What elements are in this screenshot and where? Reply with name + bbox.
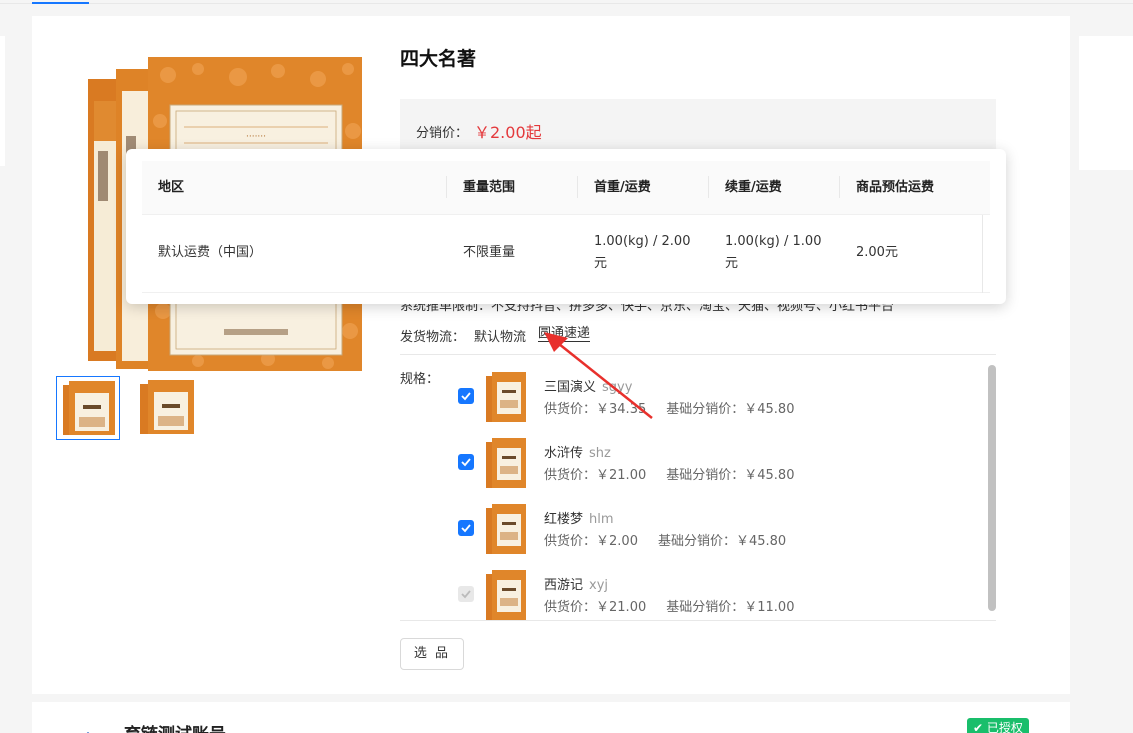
header-extra-weight: 续重/运费	[725, 180, 782, 195]
authorized-badge: ✔ 已授权	[967, 718, 1029, 733]
authorized-label: 已授权	[986, 721, 1023, 733]
book-thumb-icon	[486, 372, 526, 422]
book-thumb-icon	[63, 381, 115, 435]
spec-code: xyj	[589, 578, 609, 593]
annotation-arrow-icon	[544, 332, 653, 419]
header-first-weight: 首重/运费	[594, 180, 651, 195]
product-title: 四大名著	[400, 48, 477, 70]
supply-price-label: 供货价：	[544, 534, 597, 549]
spec-code: shz	[589, 446, 611, 461]
cell-first-weight: 1.00(kg) / 2.00元	[594, 234, 691, 271]
supply-price-label: 供货价：	[544, 600, 597, 615]
base-price: ￥45.80	[744, 468, 795, 483]
check-icon	[461, 458, 471, 467]
header-divider	[839, 176, 840, 198]
book-thumb-icon	[486, 504, 526, 554]
cell-extra-weight: 1.00(kg) / 1.00元	[725, 234, 822, 271]
base-price: ￥45.80	[735, 534, 787, 549]
spec-name-line: 西游记 xyj	[544, 574, 608, 593]
supply-price: ￥21.00	[596, 600, 647, 615]
header-divider	[577, 176, 578, 198]
account-name: 育链测试账号	[124, 720, 226, 733]
select-product-button[interactable]: 选 品	[400, 638, 464, 670]
supply-price: ￥2.00	[596, 534, 638, 549]
cell-weight-range: 不限重量	[463, 245, 516, 260]
spec-prices: 供货价：￥2.00 基础分销价：￥45.80	[544, 530, 786, 549]
cell-region: 默认运费（中国）	[158, 245, 263, 260]
cell-estimated-freight: 2.00元	[856, 245, 898, 260]
spec-label: 规格：	[400, 372, 440, 387]
check-icon	[461, 590, 471, 599]
spec-row: 水浒传 shz 供货价：￥21.00 基础分销价：￥45.80	[458, 438, 958, 488]
spec-checkbox[interactable]	[458, 454, 474, 470]
table-scroll-edge	[982, 215, 983, 293]
book-thumb-icon	[486, 570, 526, 620]
spec-name: 红楼梦	[544, 512, 584, 527]
header-divider	[446, 176, 447, 198]
spec-prices: 供货价：￥21.00 基础分销价：￥45.80	[544, 464, 794, 483]
spec-row: 红楼梦 hlm 供货价：￥2.00 基础分销价：￥45.80	[458, 504, 958, 554]
shield-check-icon: ✔	[973, 721, 984, 733]
top-tab-strip	[0, 0, 1133, 4]
right-panel-edge	[1079, 36, 1133, 170]
base-price-label: 基础分销价：	[666, 402, 745, 417]
spec-prices: 供货价：￥21.00 基础分销价：￥11.00	[544, 596, 794, 615]
price-label: 分销价：	[416, 126, 469, 141]
freight-table-header: 地区 重量范围 首重/运费 续重/运费 商品预估运费	[142, 161, 990, 215]
spec-scrollbar[interactable]	[988, 365, 996, 611]
shipping-label: 发货物流：	[400, 330, 466, 345]
header-weight-range: 重量范围	[463, 180, 516, 195]
spec-name: 水浒传	[544, 446, 584, 461]
spec-list: 规格： 三国演义 sgyy 供货价：￥34.35 基础分销价：￥45.80 水浒…	[400, 354, 996, 621]
thumbnail-1[interactable]	[56, 376, 120, 440]
svg-text:·······: ·······	[246, 132, 266, 142]
spec-row: 西游记 xyj 供货价：￥21.00 基础分销价：￥11.00	[458, 570, 958, 620]
shipping-option-default[interactable]: 默认物流	[474, 326, 526, 345]
supply-price: ￥21.00	[596, 468, 647, 483]
spec-name-line: 红楼梦 hlm	[544, 508, 614, 527]
account-card: 育链测试账号 ✔ 已授权	[32, 702, 1070, 733]
base-price-label: 基础分销价：	[657, 534, 736, 549]
spec-row: 三国演义 sgyy 供货价：￥34.35 基础分销价：￥45.80	[458, 372, 958, 422]
book-thumb-icon	[486, 438, 526, 488]
active-tab-indicator	[32, 2, 89, 4]
base-price: ￥11.00	[744, 600, 795, 615]
freight-popover: 地区 重量范围 首重/运费 续重/运费 商品预估运费 默认运费（中国） 不限重量…	[126, 149, 1006, 304]
spec-checkbox[interactable]	[458, 520, 474, 536]
base-price-label: 基础分销价：	[666, 600, 745, 615]
spec-checkbox[interactable]	[458, 388, 474, 404]
spec-code: hlm	[589, 512, 614, 527]
check-icon	[461, 392, 471, 401]
check-icon	[461, 524, 471, 533]
supply-price-label: 供货价：	[544, 468, 597, 483]
header-region: 地区	[158, 180, 185, 195]
left-panel-edge	[0, 36, 5, 166]
spec-checkbox[interactable]	[458, 586, 474, 602]
base-price: ￥45.80	[744, 402, 795, 417]
price-value: ￥2.00起	[474, 123, 542, 142]
base-price-label: 基础分销价：	[666, 468, 745, 483]
thumbnail-2[interactable]	[136, 376, 200, 440]
header-divider	[708, 176, 709, 198]
spec-name: 西游记	[544, 578, 584, 593]
header-estimated-freight: 商品预估运费	[856, 180, 935, 195]
spec-name-line: 水浒传 shz	[544, 442, 611, 461]
freight-table-row: 默认运费（中国） 不限重量 1.00(kg) / 2.00元 1.00(kg) …	[142, 215, 990, 293]
book-thumb-icon	[140, 380, 194, 434]
account-logo-icon	[86, 732, 90, 733]
